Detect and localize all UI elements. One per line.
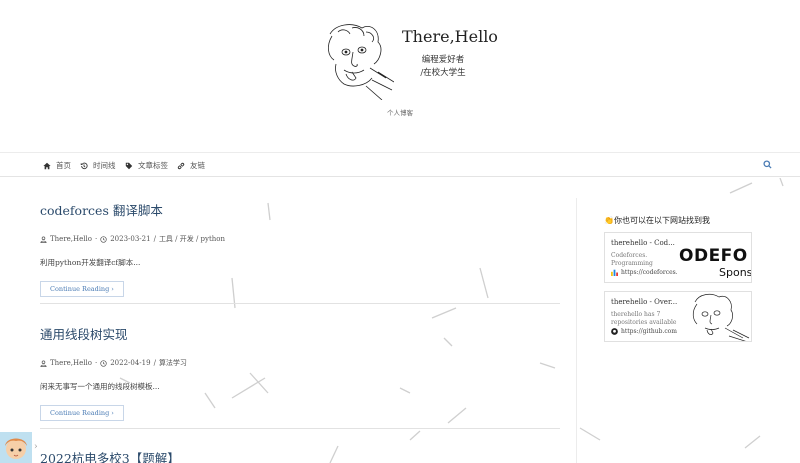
codeforces-preview-image: ODEFO Spons: [677, 233, 752, 282]
card-url: https://github.com/tr: [611, 328, 684, 335]
card-title: therehello - Over...: [611, 298, 678, 306]
site-subtitle-line1: 编程爱好者: [421, 55, 465, 65]
continue-reading-button[interactable]: Continue Reading ›: [40, 281, 124, 297]
anime-avatar-icon: [0, 432, 32, 463]
meta-separator: ·: [94, 359, 98, 367]
meta-separator: /: [153, 359, 156, 367]
meta-separator: /: [153, 235, 156, 243]
home-icon: [43, 162, 51, 169]
link-icon: [177, 162, 185, 169]
github-avatar-image: [677, 292, 751, 341]
continue-reading-label: Continue Reading: [50, 285, 110, 293]
post-excerpt: 利用python开发翻译cf脚本...: [40, 258, 141, 267]
post-meta: There,Hello · 2023-03-21 / 工具 / 开发 / pyt…: [40, 234, 560, 244]
user-icon: [40, 359, 47, 367]
nav-item-label: 文章标签: [138, 161, 168, 170]
nav-item-timeline[interactable]: 时间线: [80, 159, 116, 172]
post-categories[interactable]: 工具 / 开发 / python: [159, 234, 225, 244]
card-url-text: https://github.com/tr: [621, 328, 685, 335]
chevron-right-icon: ›: [111, 409, 114, 417]
nav-item-label: 首页: [56, 161, 71, 170]
post-author[interactable]: There,Hello: [50, 235, 92, 243]
card-description: therehello has 7 repositories available.: [611, 311, 679, 326]
link-card-github[interactable]: therehello - Over... therehello has 7 re…: [604, 291, 752, 342]
sidebar-title: 👏你也可以在以下网站找到我: [604, 216, 710, 225]
floating-widget[interactable]: ›: [0, 432, 40, 463]
post-divider: [40, 303, 560, 304]
avatar-sketch: [328, 24, 394, 100]
link-card-codeforces[interactable]: therehello - Cod... Codeforces. Programm…: [604, 232, 752, 283]
post-categories[interactable]: 算法学习: [159, 358, 187, 368]
post-excerpt: 闲来无事写一个通用的线段树模板...: [40, 382, 160, 391]
post-divider: [40, 428, 560, 429]
sidebar-divider: [576, 198, 577, 463]
post-date: 2022-04-19: [110, 359, 151, 367]
site-title[interactable]: There,Hello: [402, 27, 498, 46]
clock-icon: [100, 359, 107, 367]
codeforces-icon: [611, 269, 618, 276]
site-header: There,Hello 编程爱好者 /在校大学生 个人博客: [0, 0, 800, 152]
post-title[interactable]: codeforces 翻译脚本: [40, 200, 560, 219]
post-item: codeforces 翻译脚本 There,Hello · 2023-03-21…: [40, 200, 560, 297]
meta-separator: ·: [94, 235, 98, 243]
site-subtitle-line2: /在校大学生: [420, 68, 466, 78]
user-icon: [40, 235, 47, 243]
site-description: 个人博客: [387, 109, 413, 117]
nav-item-label: 友链: [190, 161, 205, 170]
github-icon: [611, 328, 618, 335]
card-url-text: https://codeforces.co: [621, 269, 685, 276]
preview-text-2: Spons: [719, 266, 752, 279]
main-nav: 首页 时间线 文章标签 友链: [0, 152, 800, 177]
card-title: therehello - Cod...: [611, 239, 675, 247]
continue-reading-label: Continue Reading: [50, 409, 110, 417]
card-url: https://codeforces.co: [611, 269, 685, 276]
history-icon: [80, 162, 88, 169]
nav-item-links[interactable]: 友链: [177, 159, 205, 172]
post-item: 通用线段树实现 There,Hello · 2022-04-19 / 算法学习 …: [40, 324, 560, 421]
nav-item-tags[interactable]: 文章标签: [125, 159, 168, 172]
card-description: Codeforces. Programming: [611, 252, 653, 267]
post-meta: There,Hello · 2022-04-19 / 算法学习: [40, 358, 560, 368]
post-date: 2023-03-21: [110, 235, 151, 243]
nav-item-home[interactable]: 首页: [43, 159, 71, 172]
site-subtitle: 编程爱好者 /在校大学生: [402, 54, 484, 80]
tag-icon: [125, 162, 133, 169]
clock-icon: [100, 235, 107, 243]
post-item: 2022杭电多校3【题解】: [40, 448, 560, 463]
chevron-right-icon: ›: [111, 285, 114, 293]
continue-reading-button[interactable]: Continue Reading ›: [40, 405, 124, 421]
post-title[interactable]: 2022杭电多校3【题解】: [40, 448, 560, 463]
chevron-right-icon[interactable]: ›: [34, 442, 38, 452]
post-author[interactable]: There,Hello: [50, 359, 92, 367]
post-title[interactable]: 通用线段树实现: [40, 324, 560, 343]
preview-text: ODEFO: [679, 246, 748, 266]
search-icon[interactable]: [763, 160, 772, 169]
nav-item-label: 时间线: [93, 161, 116, 170]
